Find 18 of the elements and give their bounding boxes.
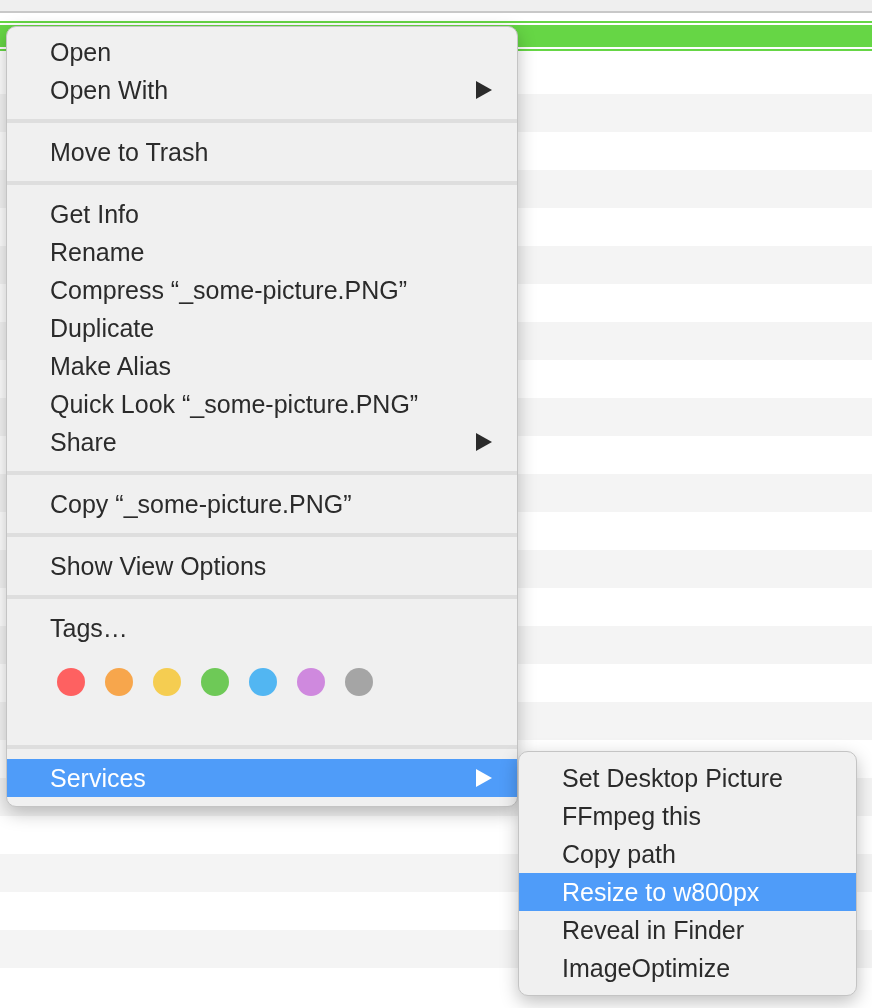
menu-item[interactable]: Quick Look “_some-picture.PNG” bbox=[7, 385, 517, 423]
menu-item[interactable]: Reveal in Finder bbox=[519, 911, 856, 949]
menu-item[interactable]: Get Info bbox=[7, 195, 517, 233]
menu-item[interactable]: Share bbox=[7, 423, 517, 461]
menu-item[interactable]: Copy “_some-picture.PNG” bbox=[7, 485, 517, 523]
menu-item[interactable]: Tags… bbox=[7, 609, 517, 647]
menu-item[interactable]: Copy path bbox=[519, 835, 856, 873]
menu-item[interactable]: Move to Trash bbox=[7, 133, 517, 171]
menu-item[interactable]: Set Desktop Picture bbox=[519, 759, 856, 797]
menu-item[interactable]: ImageOptimize bbox=[519, 949, 856, 987]
menu-item[interactable]: Show View Options bbox=[7, 547, 517, 585]
menu-item[interactable]: Open bbox=[7, 33, 517, 71]
menu-item[interactable]: Duplicate bbox=[7, 309, 517, 347]
menu-item[interactable]: Make Alias bbox=[7, 347, 517, 385]
menu-item[interactable]: FFmpeg this bbox=[519, 797, 856, 835]
menu-item[interactable]: Compress “_some-picture.PNG” bbox=[7, 271, 517, 309]
menu-item[interactable]: Rename bbox=[7, 233, 517, 271]
menu-item[interactable]: Open With bbox=[7, 71, 517, 109]
